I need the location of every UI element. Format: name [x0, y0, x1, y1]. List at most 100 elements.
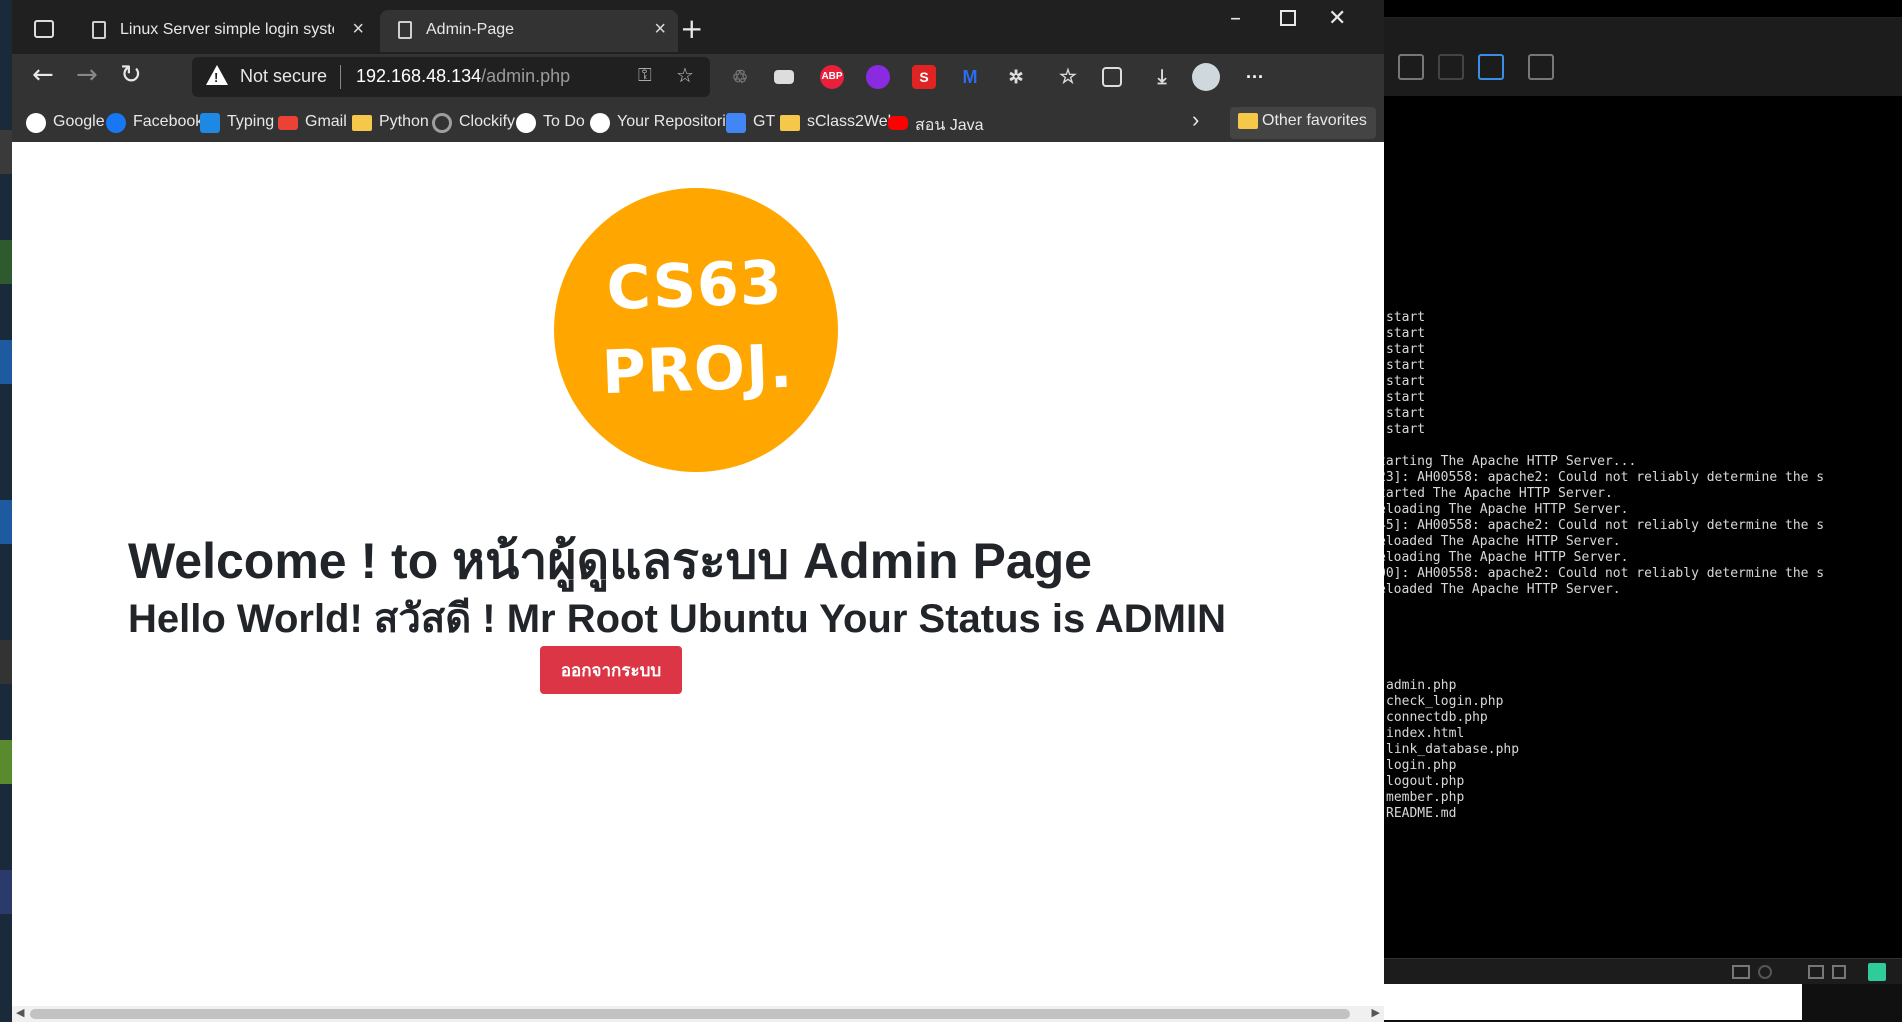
terminal-line: eloaded The Apache HTTP Server. — [1382, 534, 1621, 549]
adblock-plus-icon[interactable]: ABP — [820, 65, 844, 89]
terminal-line: start — [1386, 310, 1426, 325]
dark-mode-moon-icon[interactable] — [866, 65, 890, 89]
terminal-line: 00]: AH00558: apache2: Could not reliabl… — [1382, 566, 1825, 581]
page-viewport: CS63 PROJ. Welcome ! to หน้าผู้ดูแลระบบ … — [12, 142, 1384, 1006]
bookmark-label: Facebook — [133, 113, 204, 130]
new-tab-button[interactable]: + — [680, 12, 703, 45]
collections-icon[interactable] — [1102, 67, 1122, 87]
clockify-icon — [432, 113, 452, 133]
cast-icon[interactable] — [774, 70, 794, 84]
url-path: /admin.php — [481, 66, 571, 86]
bookmark-label: GT — [753, 113, 776, 130]
google-translate-icon — [726, 113, 746, 133]
back-icon[interactable]: ← — [32, 60, 54, 90]
close-tab-icon[interactable]: × — [654, 18, 666, 41]
extensions-puzzle-icon[interactable]: ✲ — [1004, 65, 1028, 89]
vm-statusbar — [1382, 958, 1902, 984]
stretch-icon[interactable] — [1528, 54, 1554, 80]
close-tab-icon[interactable]: × — [352, 18, 364, 41]
downloads-icon[interactable]: ⤓ — [1150, 65, 1174, 89]
github-icon — [590, 113, 610, 133]
bookmark-label: Python — [379, 113, 429, 130]
more-bookmarks-chevron-icon[interactable]: › — [1192, 107, 1199, 133]
cs63-project-logo: CS63 PROJ. — [554, 188, 838, 472]
terminal-line: start — [1386, 374, 1426, 389]
recycle-icon[interactable]: ♲ — [728, 65, 752, 89]
close-window-icon[interactable]: ✕ — [1328, 6, 1346, 31]
gmail-icon — [278, 116, 298, 130]
bookmark-label: Your Repositories — [617, 113, 743, 130]
tab-label: Linux Server simple login system — [120, 21, 334, 38]
bookmark-label: สอน Java — [915, 117, 984, 134]
forward-icon[interactable]: → — [76, 60, 98, 90]
page-icon — [92, 21, 106, 39]
printer-status-icon[interactable] — [1808, 965, 1824, 979]
terminal-file-entry: login.php — [1386, 758, 1457, 773]
google-icon — [26, 113, 46, 133]
logo-text: CS63 PROJ. — [600, 247, 795, 409]
tab-login-system[interactable]: Linux Server simple login system × — [74, 10, 376, 52]
url-host: 192.168.48.134 — [356, 66, 482, 86]
terminal-line: start — [1386, 422, 1426, 437]
terminal-line: start — [1386, 390, 1426, 405]
terminal-line: start — [1386, 326, 1426, 341]
terminal-line: start — [1386, 342, 1426, 357]
favorites-star-icon[interactable]: ☆ — [1056, 65, 1080, 89]
terminal-file-entry: check_login.php — [1386, 694, 1504, 709]
bookmark-label: To Do — [543, 113, 585, 130]
minimize-icon[interactable]: – — [1230, 6, 1241, 31]
fullscreen-icon[interactable] — [1398, 54, 1424, 80]
message-status-icon[interactable] — [1868, 963, 1886, 981]
logout-button[interactable]: ออกจากระบบ — [540, 646, 682, 694]
malwarebytes-icon[interactable]: M — [958, 65, 982, 89]
vm-window: start start start start start start star… — [1382, 0, 1902, 1022]
security-status-label[interactable]: Not secure — [240, 66, 327, 87]
tab-admin-page[interactable]: Admin-Page × — [380, 10, 678, 52]
terminal-file-entry: README.md — [1386, 806, 1457, 821]
not-secure-warning-icon[interactable] — [206, 65, 228, 85]
more-menu-icon[interactable]: ··· — [1240, 65, 1270, 89]
page-icon — [398, 21, 412, 39]
browser-titlebar: Linux Server simple login system × Admin… — [12, 0, 1384, 54]
terminal-line: tarting The Apache HTTP Server... — [1382, 454, 1637, 469]
profile-avatar[interactable] — [1192, 63, 1220, 91]
scroll-right-icon[interactable]: ▶ — [1372, 1006, 1380, 1019]
terminal-line: 45]: AH00558: apache2: Could not reliabl… — [1382, 518, 1825, 533]
tab-actions-icon[interactable] — [34, 20, 54, 38]
refresh-icon[interactable]: ↻ — [120, 60, 142, 90]
facebook-icon — [106, 113, 126, 133]
horizontal-scrollbar[interactable]: ◀ ▶ — [12, 1006, 1384, 1022]
s-extension-icon[interactable]: S — [912, 65, 936, 89]
vm-bottom-area — [1382, 984, 1902, 1022]
maximize-icon[interactable] — [1280, 10, 1296, 26]
network-status-icon[interactable] — [1732, 965, 1750, 979]
vm-titlebar — [1382, 0, 1902, 18]
bookmark-other-favorites[interactable]: Other favorites — [1230, 107, 1376, 139]
key-icon[interactable]: ⚿ — [638, 65, 652, 86]
browser-window: Linux Server simple login system × Admin… — [12, 0, 1384, 1022]
typing-icon — [200, 113, 220, 133]
terminal-line: tarted The Apache HTTP Server. — [1382, 486, 1613, 501]
bookmark-label: Typing — [227, 113, 275, 130]
address-bar[interactable]: Not secure 192.168.48.134/admin.php ⚿ ☆ — [192, 57, 710, 97]
bookmark-label: Other favorites — [1262, 112, 1367, 129]
terminal-output[interactable]: start start start start start start star… — [1382, 96, 1902, 958]
console-icon[interactable] — [1478, 54, 1504, 80]
scroll-left-icon[interactable]: ◀ — [16, 1006, 24, 1019]
add-favorite-icon[interactable]: ☆ — [676, 63, 694, 88]
blank-panel — [1382, 984, 1802, 1020]
terminal-line: eloaded The Apache HTTP Server. — [1382, 582, 1621, 597]
terminal-file-entry: index.html — [1386, 726, 1465, 741]
folder-icon — [352, 115, 372, 131]
sound-status-icon[interactable] — [1832, 965, 1846, 979]
terminal-file-entry: connectdb.php — [1386, 710, 1488, 725]
terminal-line: eloading The Apache HTTP Server. — [1382, 550, 1629, 565]
scrollbar-thumb[interactable] — [30, 1009, 1350, 1019]
github-icon — [516, 113, 536, 133]
unity-icon[interactable] — [1438, 54, 1464, 80]
bookmark-label: Google — [53, 113, 105, 130]
terminal-file-entry: link_database.php — [1386, 742, 1520, 757]
url-text[interactable]: 192.168.48.134/admin.php — [356, 66, 570, 87]
youtube-icon — [888, 116, 908, 130]
device-status-icon[interactable] — [1758, 965, 1772, 979]
